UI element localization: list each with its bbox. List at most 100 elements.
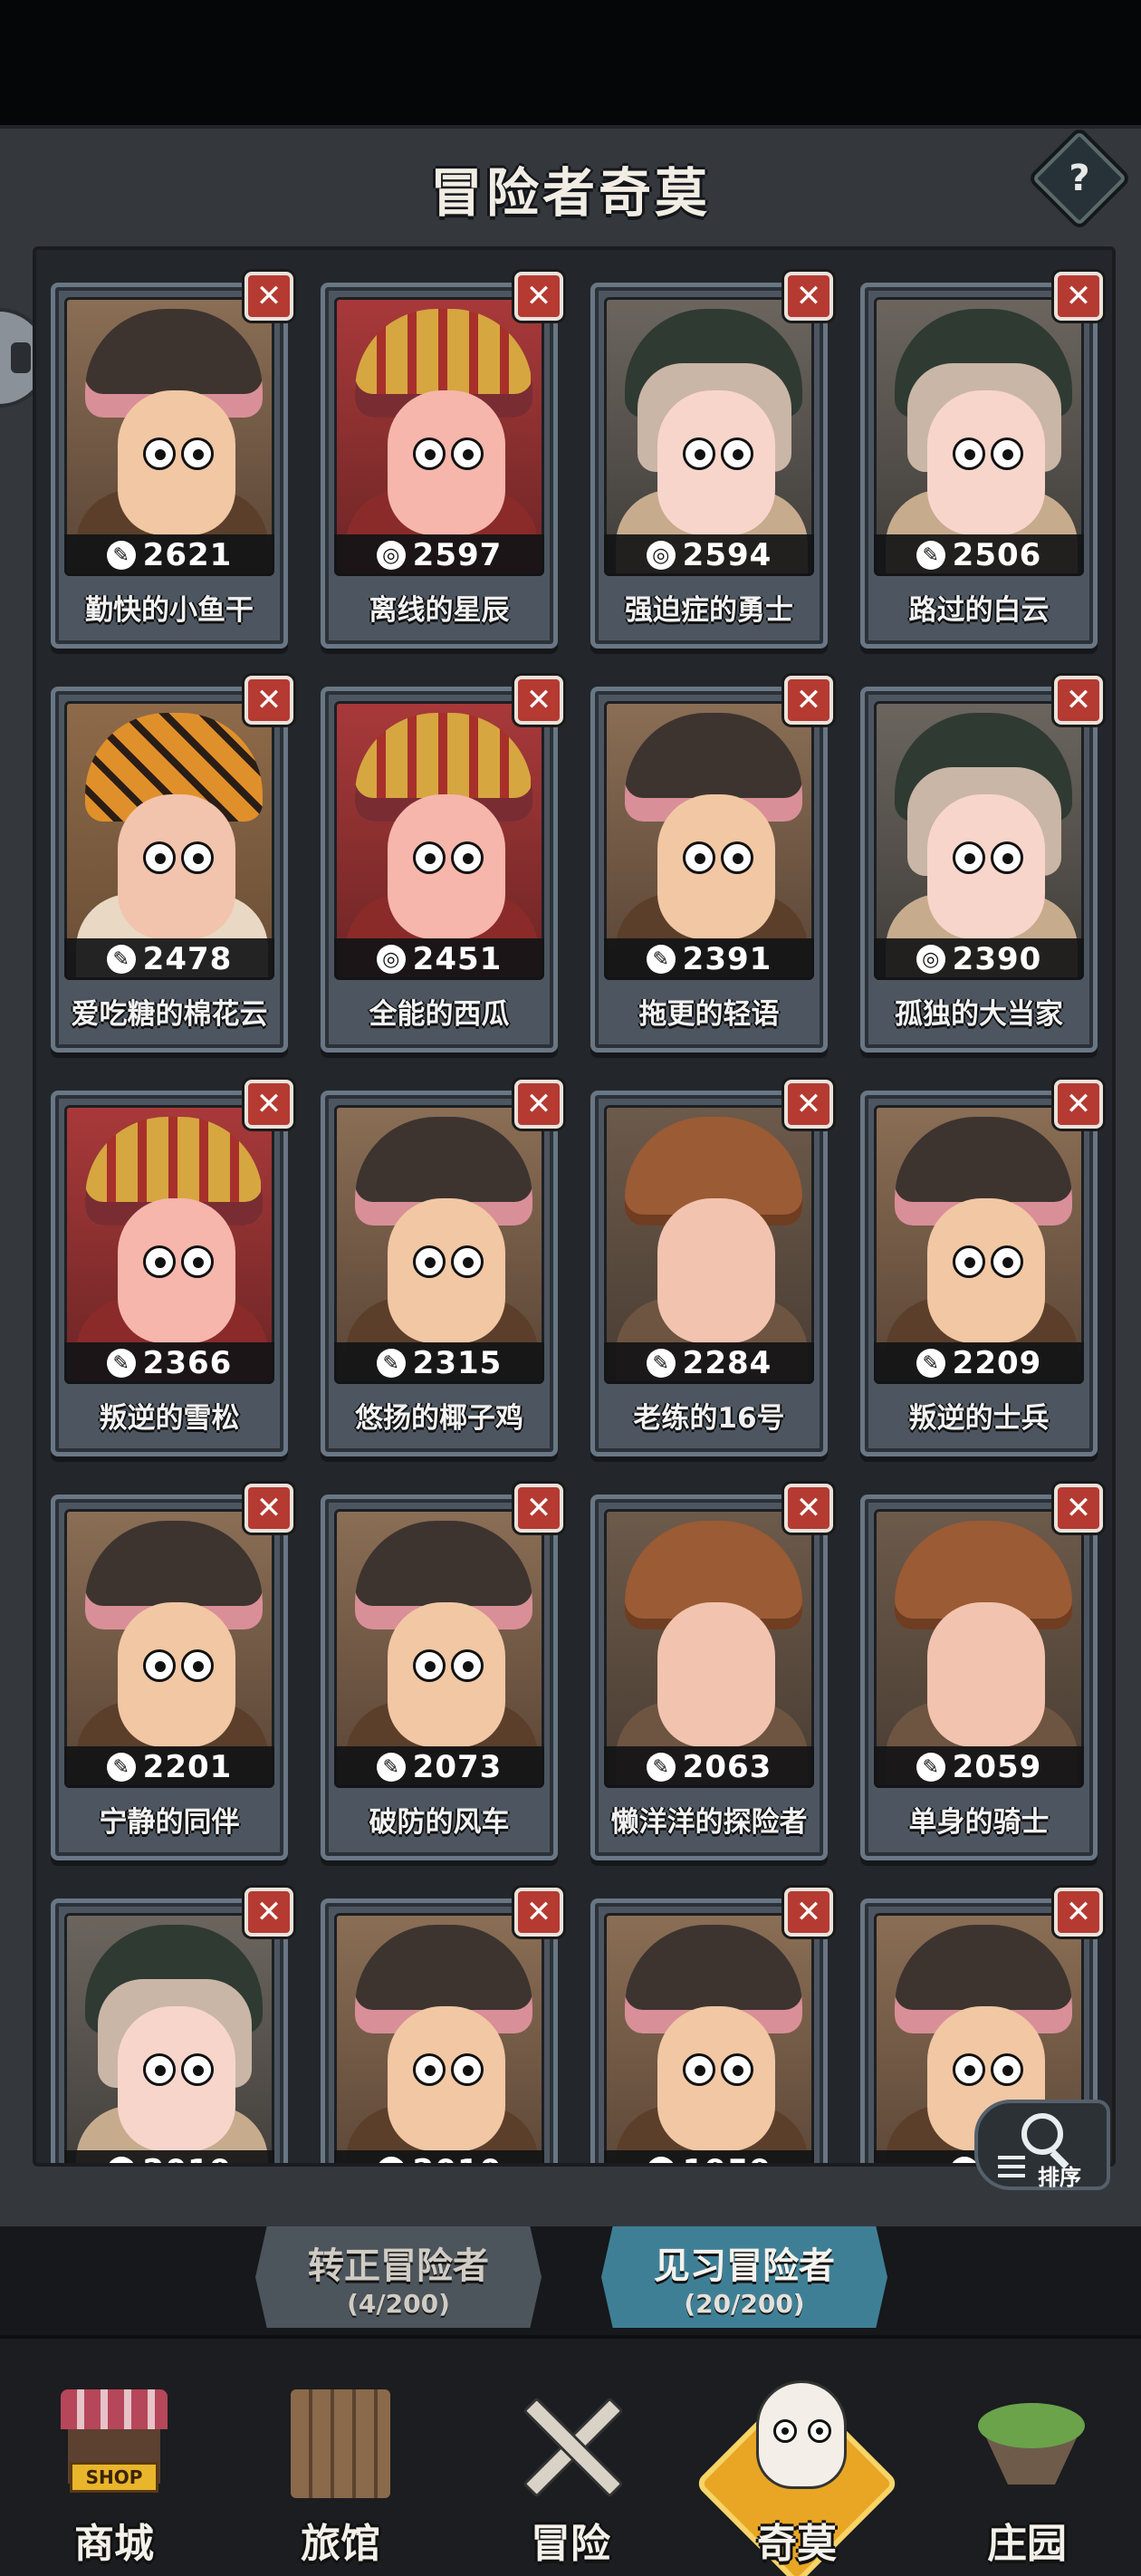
tab-trainee-adventurers[interactable]: 见习冒险者 (20/200) bbox=[601, 2226, 887, 2328]
remove-button[interactable]: ✕ bbox=[244, 1484, 293, 1533]
score-bar: ✎ 2201 bbox=[64, 1746, 274, 1788]
score-bar: ✎ 2366 bbox=[64, 1342, 274, 1384]
magnifier-icon bbox=[1021, 2113, 1063, 2155]
remove-button[interactable]: ✕ bbox=[1054, 1080, 1103, 1129]
quill-icon: ✎ bbox=[106, 945, 136, 974]
adventurer-tabs: 转正冒险者 (4/200) 见习冒险者 (20/200) bbox=[0, 2226, 1141, 2335]
close-icon: ✕ bbox=[255, 682, 283, 718]
adventurer-card[interactable]: ✎ 2019 ✕ bbox=[51, 1888, 293, 2163]
remove-button[interactable]: ✕ bbox=[514, 1484, 563, 1533]
remove-button[interactable]: ✕ bbox=[514, 272, 563, 321]
nav-inn[interactable]: 旅馆 bbox=[250, 2375, 431, 2574]
portrait-dino bbox=[64, 1913, 274, 2163]
remove-button[interactable]: ✕ bbox=[244, 1888, 293, 1937]
quill-icon: ✎ bbox=[646, 1753, 676, 1782]
adventurer-card[interactable]: ✎ 2366 叛逆的雪松 ✕ bbox=[51, 1080, 293, 1456]
score-value: 2209 bbox=[952, 1345, 1042, 1381]
adventurer-name: 宁静的同伴 bbox=[99, 1806, 240, 1839]
target-icon: ◎ bbox=[376, 945, 406, 974]
close-icon: ✕ bbox=[1065, 1086, 1092, 1122]
score-bar: ✎ 2391 bbox=[604, 938, 814, 980]
remove-button[interactable]: ✕ bbox=[784, 1888, 833, 1937]
score-value: 2059 bbox=[952, 1749, 1042, 1785]
adventurer-card[interactable]: ✎ 2506 路过的白云 ✕ bbox=[860, 272, 1103, 649]
close-icon: ✕ bbox=[795, 1086, 822, 1122]
score-bar: ◎ 2390 bbox=[874, 938, 1084, 980]
remove-button[interactable]: ✕ bbox=[514, 1080, 563, 1129]
remove-button[interactable]: ✕ bbox=[784, 1484, 833, 1533]
bottom-nav: SHOP 商城 旅馆 冒险 奇莫 庄园 bbox=[0, 2335, 1141, 2576]
shop-sign: SHOP bbox=[70, 2462, 158, 2493]
score-bar: ✎ 2209 bbox=[874, 1342, 1084, 1384]
adventurer-card[interactable]: ✎ 2621 勤快的小鱼干 ✕ bbox=[51, 272, 293, 649]
target-icon: ◎ bbox=[376, 541, 406, 570]
nav-adventure[interactable]: 冒险 bbox=[480, 2375, 661, 2574]
tab-regular-adventurers[interactable]: 转正冒险者 (4/200) bbox=[255, 2226, 542, 2328]
remove-button[interactable]: ✕ bbox=[244, 272, 293, 321]
adventurer-card[interactable]: ◎ 2597 离线的星辰 ✕ bbox=[321, 272, 563, 649]
tab-title: 转正冒险者 bbox=[308, 2244, 489, 2287]
score-value: 2315 bbox=[412, 1345, 503, 1381]
adventurer-card[interactable]: ✎ 2478 爱吃糖的棉花云 ✕ bbox=[51, 676, 293, 1053]
nav-qimo[interactable]: 奇莫 bbox=[694, 2375, 900, 2576]
nav-shop[interactable]: SHOP 商城 bbox=[24, 2375, 205, 2574]
score-value: 2391 bbox=[682, 941, 772, 977]
adventurer-card[interactable]: ✎ 2010 ✕ bbox=[321, 1888, 563, 2163]
adventurer-card[interactable]: ✎ 2073 破防的风车 ✕ bbox=[321, 1484, 563, 1860]
adventurer-card[interactable]: ◎ 2451 全能的西瓜 ✕ bbox=[321, 676, 563, 1053]
remove-button[interactable]: ✕ bbox=[784, 676, 833, 725]
close-icon: ✕ bbox=[255, 1894, 283, 1930]
adventurer-card[interactable]: ✎ 2201 宁静的同伴 ✕ bbox=[51, 1484, 293, 1860]
close-icon: ✕ bbox=[525, 1490, 552, 1526]
shop-icon: SHOP bbox=[60, 2380, 168, 2507]
adventurer-card[interactable]: ✎ 2063 懒洋洋的探险者 ✕ bbox=[590, 1484, 833, 1860]
adventurer-card[interactable]: ✎ 2284 老练的16号 ✕ bbox=[590, 1080, 833, 1456]
nav-label: 商城 bbox=[74, 2521, 154, 2567]
adventurer-card[interactable]: ◎ 2390 孤独的大当家 ✕ bbox=[860, 676, 1103, 1053]
remove-button[interactable]: ✕ bbox=[784, 272, 833, 321]
remove-button[interactable]: ✕ bbox=[1054, 676, 1103, 725]
target-icon: ◎ bbox=[646, 541, 676, 570]
adventurer-name: 全能的西瓜 bbox=[369, 998, 510, 1031]
sort-button[interactable]: 排序 bbox=[974, 2100, 1110, 2190]
adventurer-name: 叛逆的士兵 bbox=[908, 1402, 1050, 1435]
score-value: 2063 bbox=[682, 1749, 772, 1785]
adventurer-card[interactable]: ✎ 2209 叛逆的士兵 ✕ bbox=[860, 1080, 1103, 1456]
remove-button[interactable]: ✕ bbox=[784, 1080, 833, 1129]
score-bar: ✎ 2010 bbox=[334, 2150, 544, 2163]
adventurer-name: 叛逆的雪松 bbox=[99, 1402, 240, 1435]
remove-button[interactable]: ✕ bbox=[1054, 1888, 1103, 1937]
remove-button[interactable]: ✕ bbox=[244, 676, 293, 725]
remove-button[interactable]: ✕ bbox=[514, 1888, 563, 1937]
adventurer-name: 强迫症的勇士 bbox=[625, 594, 793, 627]
nav-garden[interactable]: 庄园 bbox=[936, 2375, 1117, 2574]
score-bar: ✎ 2478 bbox=[64, 938, 274, 980]
score-value: 2284 bbox=[682, 1345, 772, 1381]
score-value: 2621 bbox=[142, 537, 233, 573]
garden-icon bbox=[973, 2380, 1085, 2507]
remove-button[interactable]: ✕ bbox=[514, 676, 563, 725]
adventurer-name: 离线的星辰 bbox=[369, 594, 510, 627]
crossed-swords-icon bbox=[516, 2380, 625, 2507]
remove-button[interactable]: ✕ bbox=[1054, 272, 1103, 321]
inn-icon bbox=[286, 2380, 395, 2507]
remove-button[interactable]: ✕ bbox=[1054, 1484, 1103, 1533]
close-icon: ✕ bbox=[795, 278, 822, 314]
close-icon: ✕ bbox=[255, 1086, 283, 1122]
quill-icon: ✎ bbox=[376, 1753, 406, 1782]
adventurer-card[interactable]: ✎ 1959 ✕ bbox=[590, 1888, 833, 2163]
close-icon: ✕ bbox=[525, 1894, 552, 1930]
quill-icon: ✎ bbox=[106, 1349, 136, 1378]
nav-label: 庄园 bbox=[987, 2521, 1067, 2567]
quill-icon: ✎ bbox=[646, 1349, 676, 1378]
adventurer-card[interactable]: ✎ 2391 拖更的轻语 ✕ bbox=[590, 676, 833, 1053]
close-icon: ✕ bbox=[795, 1490, 822, 1526]
adventurer-name: 懒洋洋的探险者 bbox=[610, 1806, 808, 1839]
adventurer-card[interactable]: ✎ 2059 单身的骑士 ✕ bbox=[860, 1484, 1103, 1860]
quill-icon: ✎ bbox=[916, 1349, 945, 1378]
adventurer-card[interactable]: ◎ 2594 强迫症的勇士 ✕ bbox=[590, 272, 833, 649]
close-icon: ✕ bbox=[255, 278, 283, 314]
adventurer-name: 路过的白云 bbox=[908, 594, 1050, 627]
remove-button[interactable]: ✕ bbox=[244, 1080, 293, 1129]
adventurer-card[interactable]: ✎ 2315 悠扬的椰子鸡 ✕ bbox=[321, 1080, 563, 1456]
